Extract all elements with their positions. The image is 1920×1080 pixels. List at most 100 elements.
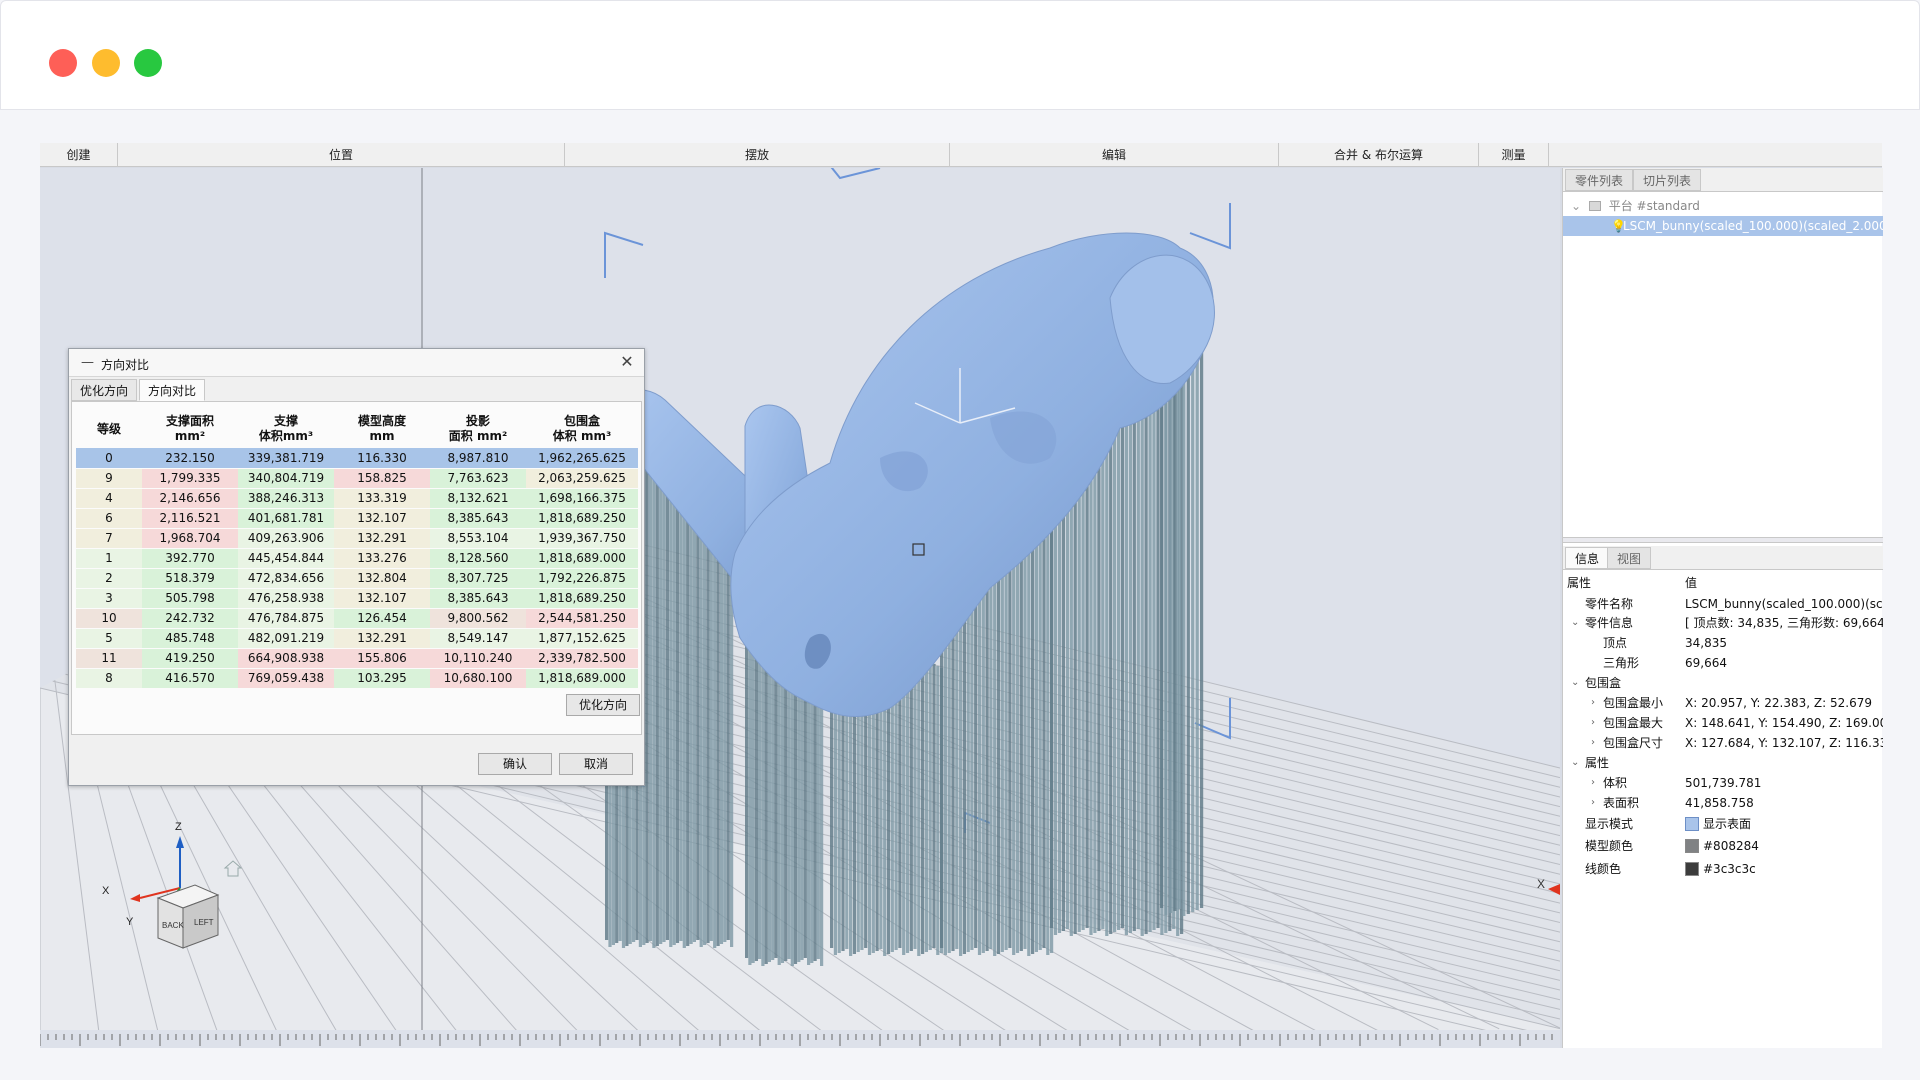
- visibility-bulb-icon[interactable]: 💡: [1611, 216, 1626, 236]
- table-cell: 340,804.719: [238, 468, 334, 489]
- prop-bbox-max[interactable]: › 包围盒最大 X: 148.641, Y: 154.490, Z: 169.0…: [1563, 713, 1883, 733]
- minimize-window-button[interactable]: [92, 49, 120, 77]
- cube-back-label: BACK: [162, 921, 184, 930]
- ribbon-measure[interactable]: 测量: [1479, 143, 1549, 167]
- prop-vertices[interactable]: 顶点 34,835: [1563, 633, 1883, 653]
- prop-model-color-value[interactable]: #808284: [1685, 836, 1759, 856]
- ribbon-edit[interactable]: 编辑: [950, 143, 1279, 167]
- table-cell: 2,544,581.250: [526, 608, 638, 629]
- table-cell: 472,834.656: [238, 568, 334, 589]
- table-row[interactable]: 6 2,116.521 401,681.781 132.107 8,385.643 1,8…: [76, 508, 638, 529]
- prop-part-name[interactable]: 零件名称 LSCM_bunny(scaled_100.000)(scaled_2…: [1563, 594, 1883, 614]
- tree-item-part[interactable]: 💡 LSCM_bunny(scaled_100.000)(scaled_2.00…: [1563, 216, 1883, 236]
- line-color-swatch[interactable]: [1685, 862, 1699, 876]
- tree-item-platform[interactable]: ⌄ 平台 #standard: [1563, 196, 1883, 216]
- table-row[interactable]: 3 505.798 476,258.938 132.107 8,385.643 1,818…: [76, 588, 638, 609]
- prop-triangles[interactable]: 三角形 69,664: [1563, 653, 1883, 673]
- chevron-down-icon[interactable]: ⌄: [1571, 199, 1581, 213]
- prop-surface[interactable]: › 表面积 41,858.758: [1563, 793, 1883, 813]
- chevron-down-icon[interactable]: ⌄: [1571, 613, 1579, 633]
- table-row[interactable]: 11 419.250 664,908.938 155.806 10,110.240 2,3…: [76, 648, 638, 669]
- prop-attr-label: 属性: [1585, 756, 1610, 770]
- orientation-table: 等级 支撑面积 mm² 支撑 体积mm³ 模型高度 mm 投影 面积 mm² 包围盒 体积…: [76, 410, 638, 689]
- prop-part-info-label: 零件信息: [1585, 616, 1634, 630]
- chevron-right-icon[interactable]: ›: [1591, 693, 1595, 713]
- optimize-orientation-button[interactable]: 优化方向: [566, 694, 640, 716]
- maximize-window-button[interactable]: [134, 49, 162, 77]
- dialog-titlebar[interactable]: — 方向对比 ✕: [69, 349, 644, 377]
- props-header-attr: 属性: [1567, 576, 1592, 590]
- close-window-button[interactable]: [49, 49, 77, 77]
- panel-splitter[interactable]: [1563, 537, 1883, 543]
- prop-bbox-size[interactable]: › 包围盒尺寸 X: 127.684, Y: 132.107, Z: 116.3…: [1563, 733, 1883, 753]
- table-cell: 8,307.725: [430, 568, 526, 589]
- tab-optimize-orientation[interactable]: 优化方向: [71, 379, 138, 401]
- ribbon-position[interactable]: 位置: [118, 143, 565, 167]
- table-row[interactable]: 9 1,799.335 340,804.719 158.825 7,763.623 2,0…: [76, 468, 638, 489]
- col-header-projected-area[interactable]: 投影 面积 mm²: [430, 410, 526, 448]
- col-header-model-height[interactable]: 模型高度 mm: [334, 410, 430, 448]
- table-cell: 158.825: [334, 468, 430, 489]
- prop-part-name-value: LSCM_bunny(scaled_100.000)(scaled_2.000): [1685, 597, 1883, 611]
- table-cell: 416.570: [142, 668, 238, 689]
- prop-bbox-size-label: 包围盒尺寸: [1603, 736, 1664, 750]
- chevron-right-icon[interactable]: ›: [1591, 773, 1595, 793]
- table-cell: 518.379: [142, 568, 238, 589]
- close-icon[interactable]: ✕: [618, 353, 636, 371]
- table-cell: 419.250: [142, 648, 238, 669]
- prop-volume[interactable]: › 体积 501,739.781: [1563, 773, 1883, 793]
- model-color-swatch[interactable]: [1685, 839, 1699, 853]
- table-row[interactable]: 0 232.150 339,381.719 116.330 8,987.810 1,962…: [76, 448, 638, 469]
- cancel-button[interactable]: 取消: [559, 753, 633, 775]
- table-row[interactable]: 5 485.748 482,091.219 132.291 8,549.147 1,877…: [76, 628, 638, 649]
- 3d-viewport[interactable]: X Z X Y BACK LEFT — 方向对比 ✕ 优化方向 方向对比 等级 …: [40, 168, 1560, 1048]
- prop-model-color[interactable]: 模型颜色 #808284: [1563, 836, 1883, 856]
- prop-surface-label: 表面积: [1603, 796, 1640, 810]
- properties-grid: 属性 值 零件名称 LSCM_bunny(scaled_100.000)(sca…: [1563, 571, 1883, 1048]
- prop-display-mode[interactable]: 显示模式 显示表面: [1563, 814, 1883, 834]
- table-cell: 10: [76, 608, 142, 629]
- prop-line-color[interactable]: 线颜色 #3c3c3c: [1563, 859, 1883, 879]
- col-header-support-volume[interactable]: 支撑 体积mm³: [238, 410, 334, 448]
- chevron-right-icon[interactable]: ›: [1591, 713, 1595, 733]
- tab-part-list[interactable]: 零件列表: [1565, 169, 1634, 191]
- tab-slice-list[interactable]: 切片列表: [1633, 169, 1702, 191]
- prop-display-mode-value[interactable]: 显示表面: [1685, 814, 1751, 834]
- col-header-rank[interactable]: 等级: [76, 410, 142, 448]
- prop-attr-group[interactable]: ⌄ 属性: [1563, 753, 1883, 773]
- table-cell: 11: [76, 648, 142, 669]
- ribbon-create[interactable]: 创建: [40, 143, 118, 167]
- table-row[interactable]: 2 518.379 472,834.656 132.804 8,307.725 1,792…: [76, 568, 638, 589]
- table-cell: 445,454.844: [238, 548, 334, 569]
- prop-line-color-value[interactable]: #3c3c3c: [1685, 859, 1756, 879]
- prop-bbox-group[interactable]: ⌄ 包围盒: [1563, 673, 1883, 693]
- table-row[interactable]: 10 242.732 476,784.875 126.454 9,800.562 2,54…: [76, 608, 638, 629]
- tab-info[interactable]: 信息: [1565, 547, 1610, 569]
- panel-bottom-tabs: 信息 视图: [1563, 546, 1883, 570]
- chevron-down-icon[interactable]: ⌄: [1571, 753, 1579, 773]
- table-cell: 133.319: [334, 488, 430, 509]
- table-row[interactable]: 7 1,968.704 409,263.906 132.291 8,553.104 1,9…: [76, 528, 638, 549]
- chevron-down-icon[interactable]: ⌄: [1571, 673, 1579, 693]
- tab-view[interactable]: 视图: [1607, 547, 1652, 569]
- confirm-button[interactable]: 确认: [478, 753, 552, 775]
- collapse-icon[interactable]: —: [81, 355, 94, 370]
- ribbon-merge-boolean[interactable]: 合并 & 布尔运算: [1279, 143, 1479, 167]
- prop-bbox-min[interactable]: › 包围盒最小 X: 20.957, Y: 22.383, Z: 52.679: [1563, 693, 1883, 713]
- table-cell: 8,553.104: [430, 528, 526, 549]
- ribbon-placement[interactable]: 摆放: [565, 143, 950, 167]
- tab-orientation-compare[interactable]: 方向对比: [139, 379, 206, 401]
- col-header-support-area[interactable]: 支撑面积 mm²: [142, 410, 238, 448]
- table-cell: 392.770: [142, 548, 238, 569]
- table-row[interactable]: 8 416.570 769,059.438 103.295 10,680.100 1,81…: [76, 668, 638, 689]
- table-cell: 8,549.147: [430, 628, 526, 649]
- table-row[interactable]: 1 392.770 445,454.844 133.276 8,128.560 1,818…: [76, 548, 638, 569]
- prop-part-info[interactable]: ⌄ 零件信息 [ 顶点数: 34,835, 三角形数: 69,664 ]: [1563, 613, 1883, 633]
- table-cell: 482,091.219: [238, 628, 334, 649]
- table-row[interactable]: 4 2,146.656 388,246.313 133.319 8,132.621 1,6…: [76, 488, 638, 509]
- window-titlebar: [0, 0, 1920, 110]
- chevron-right-icon[interactable]: ›: [1591, 733, 1595, 753]
- table-cell: 1,818,689.000: [526, 668, 638, 689]
- col-header-bbox-volume[interactable]: 包围盒 体积 mm³: [526, 410, 638, 448]
- chevron-right-icon[interactable]: ›: [1591, 793, 1595, 813]
